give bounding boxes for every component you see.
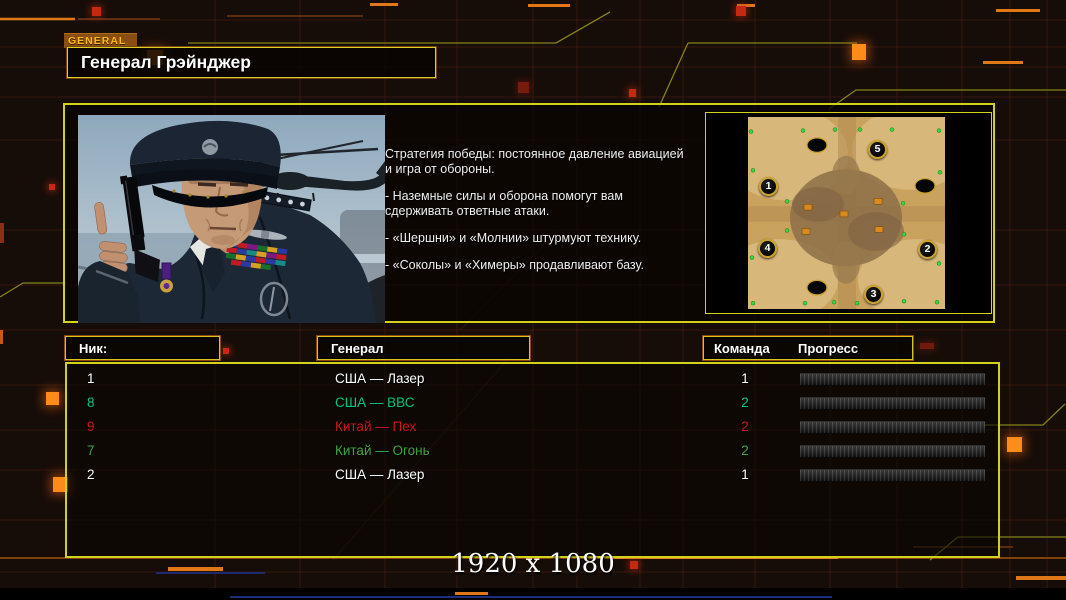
- player-general: США — ВВС: [335, 395, 414, 410]
- tab-general-label: GENERAL: [68, 35, 126, 47]
- tab-general: GENERAL: [64, 33, 137, 48]
- circuit-trace: [996, 9, 1040, 12]
- resolution-label: 1920 x 1080: [0, 549, 1066, 579]
- player-nick: 8: [87, 395, 95, 410]
- circuit-node: [852, 44, 866, 60]
- player-team: 2: [730, 443, 760, 458]
- player-progress-bar: [800, 397, 985, 410]
- player-progress-bar: [800, 373, 985, 386]
- player-nick: 2: [87, 467, 95, 482]
- circuit-trace: [983, 61, 1023, 64]
- map-start-position: 5: [868, 140, 887, 159]
- player-row: 1 США — Лазер 1: [67, 367, 998, 391]
- player-general: США — Лазер: [335, 467, 424, 482]
- player-row: 9 Китай — Пех 2: [67, 415, 998, 439]
- header-nick-label: Ник:: [79, 341, 107, 356]
- alert-node: [629, 89, 636, 97]
- minimap-terrain: [748, 117, 945, 309]
- column-header-nick: Ник:: [65, 336, 220, 360]
- circuit-trace: [0, 223, 4, 243]
- player-row: 7 Китай — Огонь 2: [67, 439, 998, 463]
- player-team: 2: [730, 419, 760, 434]
- header-general-label: Генерал: [331, 341, 383, 356]
- player-progress-bar: [800, 469, 985, 482]
- player-team: 1: [730, 371, 760, 386]
- alert-node: [736, 6, 746, 16]
- player-nick: 9: [87, 419, 95, 434]
- strategy-text: Стратегия победы: постоянное давление ав…: [385, 147, 715, 285]
- map-start-position: 2: [918, 240, 937, 259]
- player-general: США — Лазер: [335, 371, 424, 386]
- map-start-position: 3: [864, 285, 883, 304]
- circuit-trace: [455, 592, 488, 595]
- header-team-label: Команда: [714, 341, 770, 356]
- column-header-team-progress: Команда Прогресс: [703, 336, 913, 360]
- strategy-paragraph: - «Соколы» и «Химеры» продавливают базу.: [385, 258, 715, 273]
- loading-screen: GENERAL Генерал Грэйнджер: [0, 0, 1066, 600]
- header-progress-label: Прогресс: [798, 341, 858, 356]
- alert-node: [518, 82, 529, 93]
- player-nick: 1: [87, 371, 95, 386]
- strategy-paragraph: Стратегия победы: постоянное давление ав…: [385, 147, 715, 177]
- player-nick: 7: [87, 443, 95, 458]
- strategy-paragraph: - «Шершни» и «Молнии» штурмуют технику.: [385, 231, 715, 246]
- alert-node: [920, 343, 934, 349]
- general-name: Генерал Грэйнджер: [68, 48, 435, 77]
- player-progress-bar: [800, 421, 985, 434]
- general-info-panel: Стратегия победы: постоянное давление ав…: [63, 103, 995, 323]
- player-table: 1 США — Лазер 1 8 США — ВВС 2 9 Китай — …: [65, 362, 1000, 558]
- player-rows: 1 США — Лазер 1 8 США — ВВС 2 9 Китай — …: [67, 367, 998, 487]
- player-team: 1: [730, 467, 760, 482]
- circuit-trace: [0, 330, 3, 344]
- column-header-general: Генерал: [317, 336, 530, 360]
- strategy-paragraph: - Наземные силы и оборона помогут вам сд…: [385, 189, 715, 219]
- general-name-box: Генерал Грэйнджер: [67, 47, 436, 78]
- alert-node: [92, 7, 101, 16]
- minimap-panel: 1 2 3 4 5: [705, 112, 992, 314]
- map-start-position: 4: [758, 239, 777, 258]
- player-general: Китай — Пех: [335, 419, 416, 434]
- player-general: Китай — Огонь: [335, 443, 430, 458]
- player-team: 2: [730, 395, 760, 410]
- alert-node: [49, 184, 55, 190]
- alert-node: [223, 348, 229, 354]
- circuit-trace: [370, 3, 398, 6]
- player-row: 2 США — Лазер 1: [67, 463, 998, 487]
- circuit-node: [1007, 437, 1022, 452]
- player-progress-bar: [800, 445, 985, 458]
- circuit-node: [46, 392, 59, 405]
- map-start-position: 1: [759, 177, 778, 196]
- player-row: 8 США — ВВС 2: [67, 391, 998, 415]
- general-portrait: [78, 115, 385, 323]
- minimap: 1 2 3 4 5: [748, 117, 945, 309]
- circuit-trace: [528, 4, 570, 7]
